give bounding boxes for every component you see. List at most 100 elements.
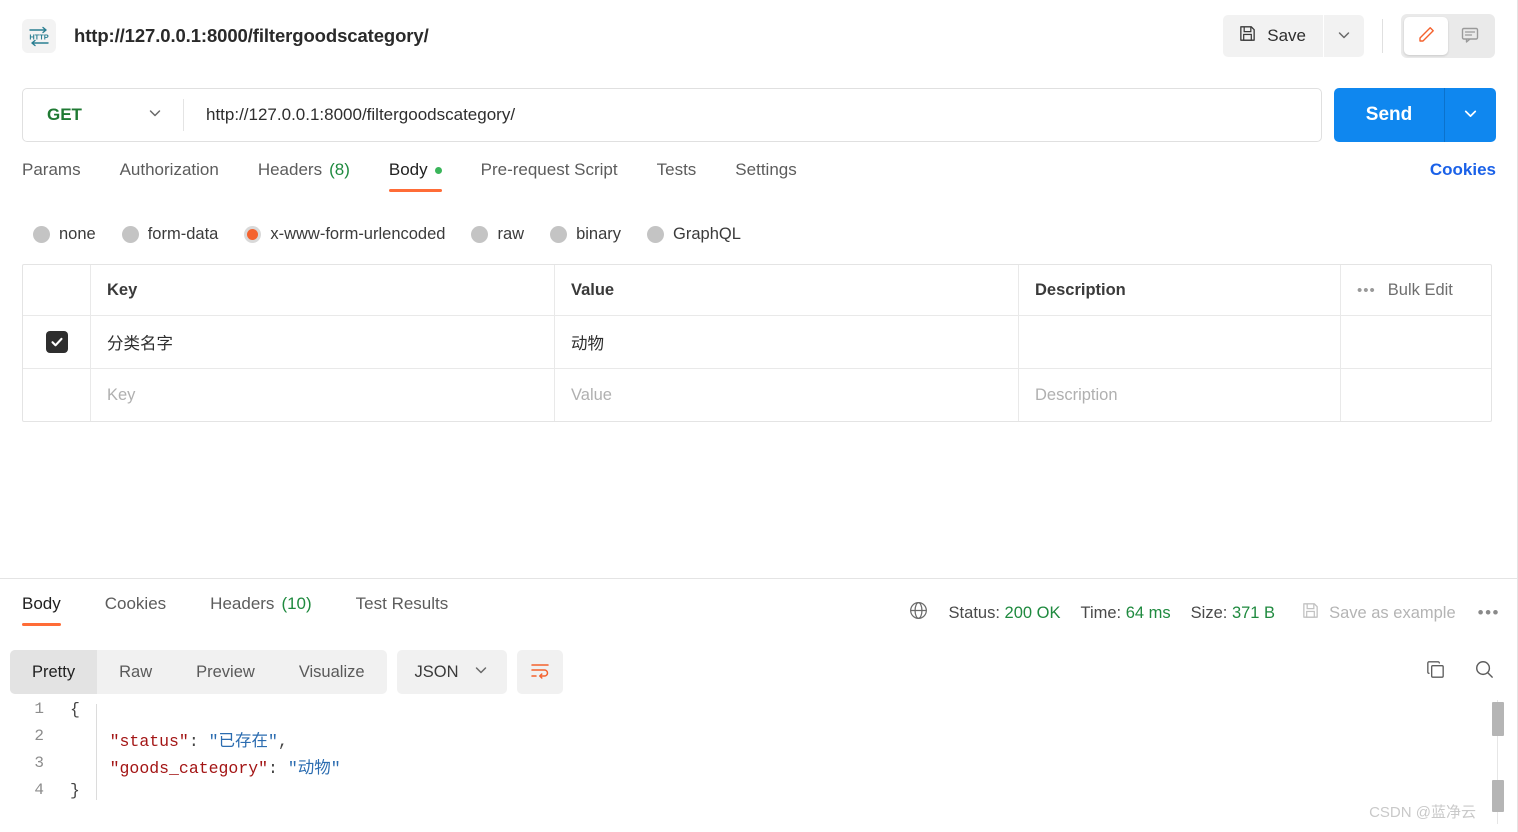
tab-label: Headers <box>257 160 323 179</box>
svg-text:HTTP: HTTP <box>29 33 48 42</box>
radio-icon <box>33 225 50 243</box>
request-tab-settings[interactable]: Settings <box>735 160 796 192</box>
line-number: 2 <box>34 727 44 745</box>
globe-icon <box>908 600 929 626</box>
empty-row-key[interactable]: Key <box>91 369 555 421</box>
copy-icon[interactable] <box>1424 658 1447 686</box>
send-button[interactable]: Send <box>1334 88 1444 142</box>
body-type-radio-group: none form-data x-www-form-urlencoded raw bin… <box>33 220 767 248</box>
table-row[interactable]: 分类名字 动物 <box>23 315 1491 368</box>
size-label: Size: <box>1190 603 1228 622</box>
response-body-viewer[interactable]: 1{2 "status": "已存在", 3 "goods_category": … <box>0 700 1470 820</box>
method-selector[interactable]: GET <box>23 89 183 141</box>
table-row-empty[interactable]: Key Value Description <box>23 368 1491 421</box>
response-scrollbar-thumb[interactable] <box>1492 702 1504 736</box>
cookies-link[interactable]: Cookies <box>1430 160 1496 192</box>
radio-icon <box>121 225 139 243</box>
request-tabs: Params Authorization Headers (8) Body Pre-req… <box>22 160 1496 202</box>
request-tab-pre-request-script[interactable]: Pre-request Script <box>481 160 618 192</box>
comment-icon <box>1460 25 1480 48</box>
response-tab-test-results[interactable]: Test Results <box>356 594 449 626</box>
panel-splitter[interactable] <box>0 578 1517 579</box>
code-content: { <box>70 700 80 719</box>
tab-label: Params <box>22 160 81 179</box>
response-tab-cookies[interactable]: Cookies <box>105 594 166 626</box>
tab-label: Pre-request Script <box>480 160 618 179</box>
row-description[interactable] <box>1019 316 1341 368</box>
radio-icon <box>647 225 665 243</box>
response-tab-headers[interactable]: Headers (10) <box>210 594 312 626</box>
size-value: 371 B <box>1231 603 1276 622</box>
tab-label: Settings <box>735 160 797 179</box>
code-line: 3 "goods_category": "动物" <box>0 754 1470 781</box>
body-type-label: x-www-form-urlencoded <box>270 224 446 243</box>
response-scrollbar-thumb-lower[interactable] <box>1492 780 1504 812</box>
empty-row-description[interactable]: Description <box>1019 369 1341 421</box>
view-mode-raw[interactable]: Raw <box>97 650 174 694</box>
search-icon[interactable] <box>1473 658 1496 686</box>
watermark: CSDN @蓝净云 <box>1369 804 1476 821</box>
request-tab-headers[interactable]: Headers (8) <box>258 160 350 192</box>
tab-label: Headers <box>210 594 275 613</box>
save-options-caret[interactable] <box>1324 15 1364 57</box>
response-format-select[interactable]: JSON <box>396 650 507 694</box>
response-more-options[interactable]: ••• <box>1478 603 1500 623</box>
response-view-toolbar: Pretty Raw Preview Visualize JSON <box>10 650 563 694</box>
status-label: Status: <box>948 603 1000 622</box>
radio-icon <box>550 225 568 243</box>
header-value: Value <box>555 265 1019 315</box>
token-key: "goods_category" <box>109 759 269 778</box>
save-as-example-button[interactable]: Save as example <box>1301 601 1456 625</box>
row-key[interactable]: 分类名字 <box>91 316 555 368</box>
request-tab-tests[interactable]: Tests <box>657 160 697 192</box>
header-description: Description <box>1019 265 1341 315</box>
request-tab-params[interactable]: Params <box>22 160 81 192</box>
code-line: 1{ <box>0 700 1470 727</box>
empty-row-value[interactable]: Value <box>555 369 1019 421</box>
edit-request-button[interactable] <box>1404 17 1448 55</box>
comments-button[interactable] <box>1448 17 1492 55</box>
chevron-down-icon <box>473 662 489 683</box>
view-mode-visualize[interactable]: Visualize <box>277 650 387 694</box>
row-value[interactable]: 动物 <box>555 316 1019 368</box>
body-type-form-data[interactable]: form-data <box>121 224 219 244</box>
radio-icon <box>244 225 262 243</box>
body-params-table: Key Value Description ••• Bulk Edit 分类名字… <box>22 264 1492 422</box>
header-check-cell <box>23 265 91 315</box>
chevron-down-icon <box>1336 27 1352 46</box>
tab-header: HTTP http://127.0.0.1:8000/filtergoodsca… <box>0 0 1517 72</box>
bulk-edit-button[interactable]: Bulk Edit <box>1388 281 1453 300</box>
chevron-down-icon <box>1462 105 1479 125</box>
body-type-label: GraphQL <box>673 224 741 243</box>
response-tabs: Body Cookies Headers (10) Test Results <box>10 594 480 634</box>
send-options-caret[interactable] <box>1444 88 1496 142</box>
request-tab-body[interactable]: Body <box>388 160 442 192</box>
body-type-binary[interactable]: binary <box>550 225 621 244</box>
more-options-icon[interactable]: ••• <box>1357 282 1376 299</box>
http-exchange-icon: HTTP <box>22 19 56 53</box>
status-info: Status: 200 OK <box>949 604 1061 623</box>
view-mode-pretty[interactable]: Pretty <box>10 650 98 694</box>
token-punc <box>70 732 110 751</box>
body-type-label: form-data <box>147 224 219 243</box>
url-input[interactable] <box>184 89 1321 141</box>
floppy-disk-icon <box>1238 24 1257 48</box>
row-checkbox[interactable] <box>45 331 68 353</box>
save-as-example-label: Save as example <box>1329 603 1456 622</box>
response-tab-body[interactable]: Body <box>22 594 61 626</box>
body-type-none[interactable]: none <box>33 225 96 244</box>
floppy-disk-icon <box>1301 601 1320 625</box>
save-button[interactable]: Save <box>1223 15 1323 57</box>
word-wrap-toggle[interactable] <box>516 650 563 694</box>
token-punc: } <box>70 781 80 800</box>
body-type-x-www-form-urlencoded[interactable]: x-www-form-urlencoded <box>244 225 445 244</box>
token-key: "status" <box>109 732 189 751</box>
body-type-raw[interactable]: raw <box>471 225 524 244</box>
time-label: Time: <box>1080 603 1122 622</box>
view-mode-preview[interactable]: Preview <box>174 650 277 694</box>
save-button-label: Save <box>1267 26 1306 45</box>
row-checkbox-cell <box>23 316 91 368</box>
code-line: 2 "status": "已存在", <box>0 727 1470 754</box>
request-tab-authorization[interactable]: Authorization <box>120 160 219 192</box>
body-type-graphql[interactable]: GraphQL <box>647 225 741 244</box>
